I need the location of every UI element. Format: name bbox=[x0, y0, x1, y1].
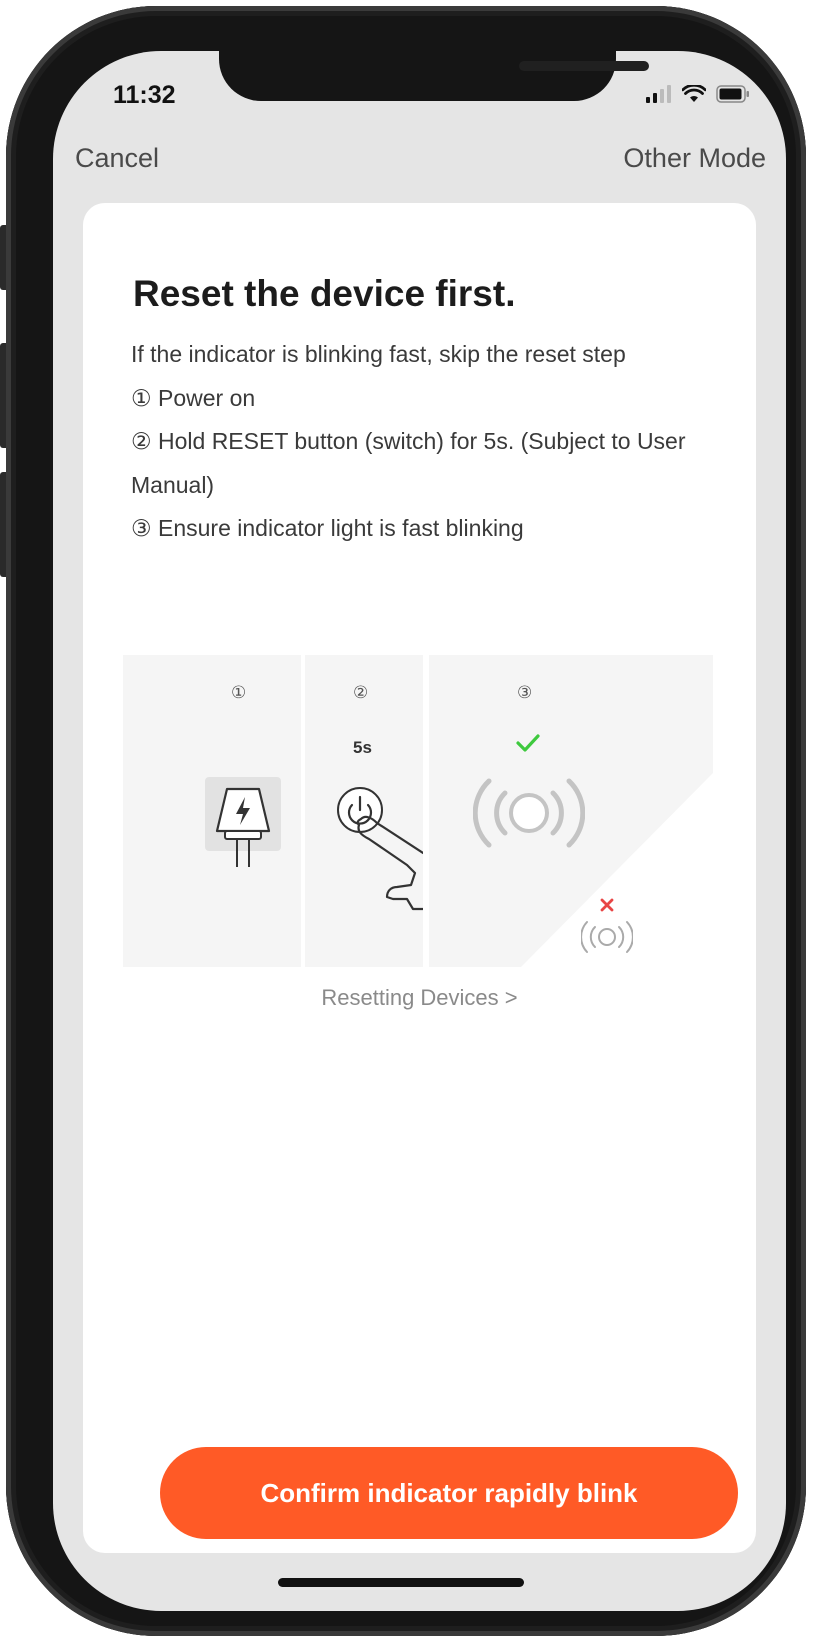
power-plug-icon bbox=[205, 777, 281, 867]
other-mode-button[interactable]: Other Mode bbox=[623, 143, 766, 174]
instruction-intro: If the indicator is blinking fast, skip … bbox=[131, 341, 626, 367]
reset-instructions-card: Reset the device first. If the indicator… bbox=[83, 203, 756, 1553]
page-title: Reset the device first. bbox=[133, 273, 516, 314]
illustration-panel-power: ① bbox=[123, 655, 301, 967]
cross-icon bbox=[600, 898, 614, 912]
slow-blink-indicator-icon bbox=[581, 921, 633, 953]
resetting-devices-link[interactable]: Resetting Devices > bbox=[83, 985, 756, 1011]
illustration-panel-fast-blink: ③ bbox=[429, 655, 713, 967]
instruction-list: If the indicator is blinking fast, skip … bbox=[131, 333, 691, 551]
panel-diagonal-divider bbox=[521, 773, 713, 967]
panel-step-number: ① bbox=[231, 683, 247, 702]
status-icons bbox=[646, 85, 750, 103]
instruction-step-1: ① Power on bbox=[131, 384, 256, 411]
illustration-panel-hold-reset: ② 5s bbox=[305, 655, 423, 967]
status-time: 11:32 bbox=[113, 81, 176, 109]
signal-icon bbox=[646, 85, 671, 103]
hold-duration-label: 5s bbox=[353, 738, 372, 757]
notch bbox=[219, 51, 649, 101]
confirm-rapid-blink-button[interactable]: Confirm indicator rapidly blink bbox=[160, 1447, 738, 1539]
finger-press-icon bbox=[356, 815, 423, 911]
device-frame-stage: 11:32 Cancel Other Mode Reset the device… bbox=[0, 0, 813, 1642]
instruction-step-3: ③ Ensure indicator light is fast blinkin… bbox=[131, 515, 524, 541]
panel-step-number: ② bbox=[353, 683, 369, 702]
wifi-icon bbox=[682, 85, 706, 102]
battery-icon bbox=[716, 85, 749, 103]
phone-body: 11:32 Cancel Other Mode Reset the device… bbox=[6, 6, 806, 1636]
reset-illustration: ① ② 5s ③ bbox=[123, 655, 713, 967]
cancel-button[interactable]: Cancel bbox=[75, 143, 159, 174]
home-indicator[interactable] bbox=[278, 1578, 524, 1587]
phone-screen: 11:32 Cancel Other Mode Reset the device… bbox=[53, 51, 786, 1611]
instruction-step-2: ② Hold RESET button (switch) for 5s. (Su… bbox=[131, 428, 686, 498]
earpiece-speaker bbox=[519, 61, 649, 71]
